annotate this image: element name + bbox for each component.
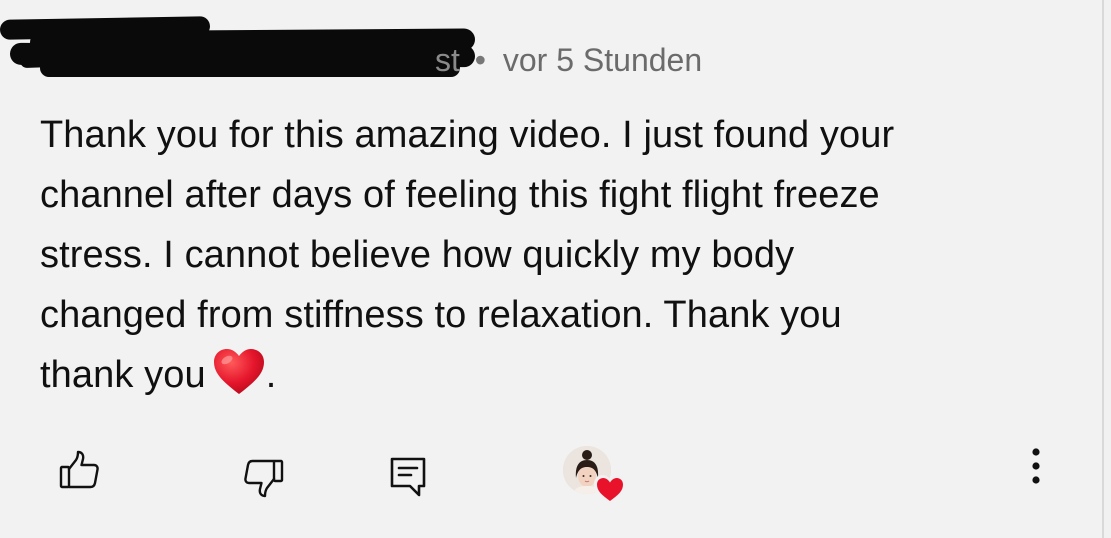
more-vertical-icon: [1031, 447, 1041, 490]
comment-line: Thank you for this amazing video. I just…: [40, 114, 895, 156]
comment-line-last: thank you.: [40, 345, 1050, 405]
comment-meta: st • vor 5 Stunden: [435, 42, 702, 79]
comment-line: stress. I cannot believe how quickly my …: [40, 234, 795, 276]
comment-timestamp[interactable]: vor 5 Stunden: [503, 42, 702, 78]
creator-heart-icon: [593, 474, 627, 506]
red-heart-icon: [212, 348, 266, 396]
comment-line: changed from stiffness to relaxation. Th…: [40, 294, 842, 336]
author-name-tail[interactable]: st: [435, 42, 460, 78]
reply-button[interactable]: [386, 456, 430, 502]
thumbs-up-icon: [58, 450, 100, 495]
thumbs-down-icon: [243, 458, 285, 503]
comment-card: st • vor 5 Stunden Thank you for this am…: [0, 0, 1104, 538]
more-options-button[interactable]: [1016, 444, 1056, 492]
comment-actions: [0, 440, 1104, 510]
dislike-button[interactable]: [240, 458, 288, 502]
creator-heart-badge: [563, 446, 629, 508]
end-punctuation: .: [265, 354, 277, 396]
comment-line: thank you: [40, 354, 206, 396]
comment-line: channel after days of feeling this fight…: [40, 174, 880, 216]
like-button[interactable]: [56, 450, 102, 494]
comment-text: Thank you for this amazing video. I just…: [40, 105, 1050, 405]
reply-comment-icon: [389, 456, 427, 503]
comment-header: st • vor 5 Stunden: [0, 16, 800, 92]
meta-separator: •: [474, 42, 486, 78]
